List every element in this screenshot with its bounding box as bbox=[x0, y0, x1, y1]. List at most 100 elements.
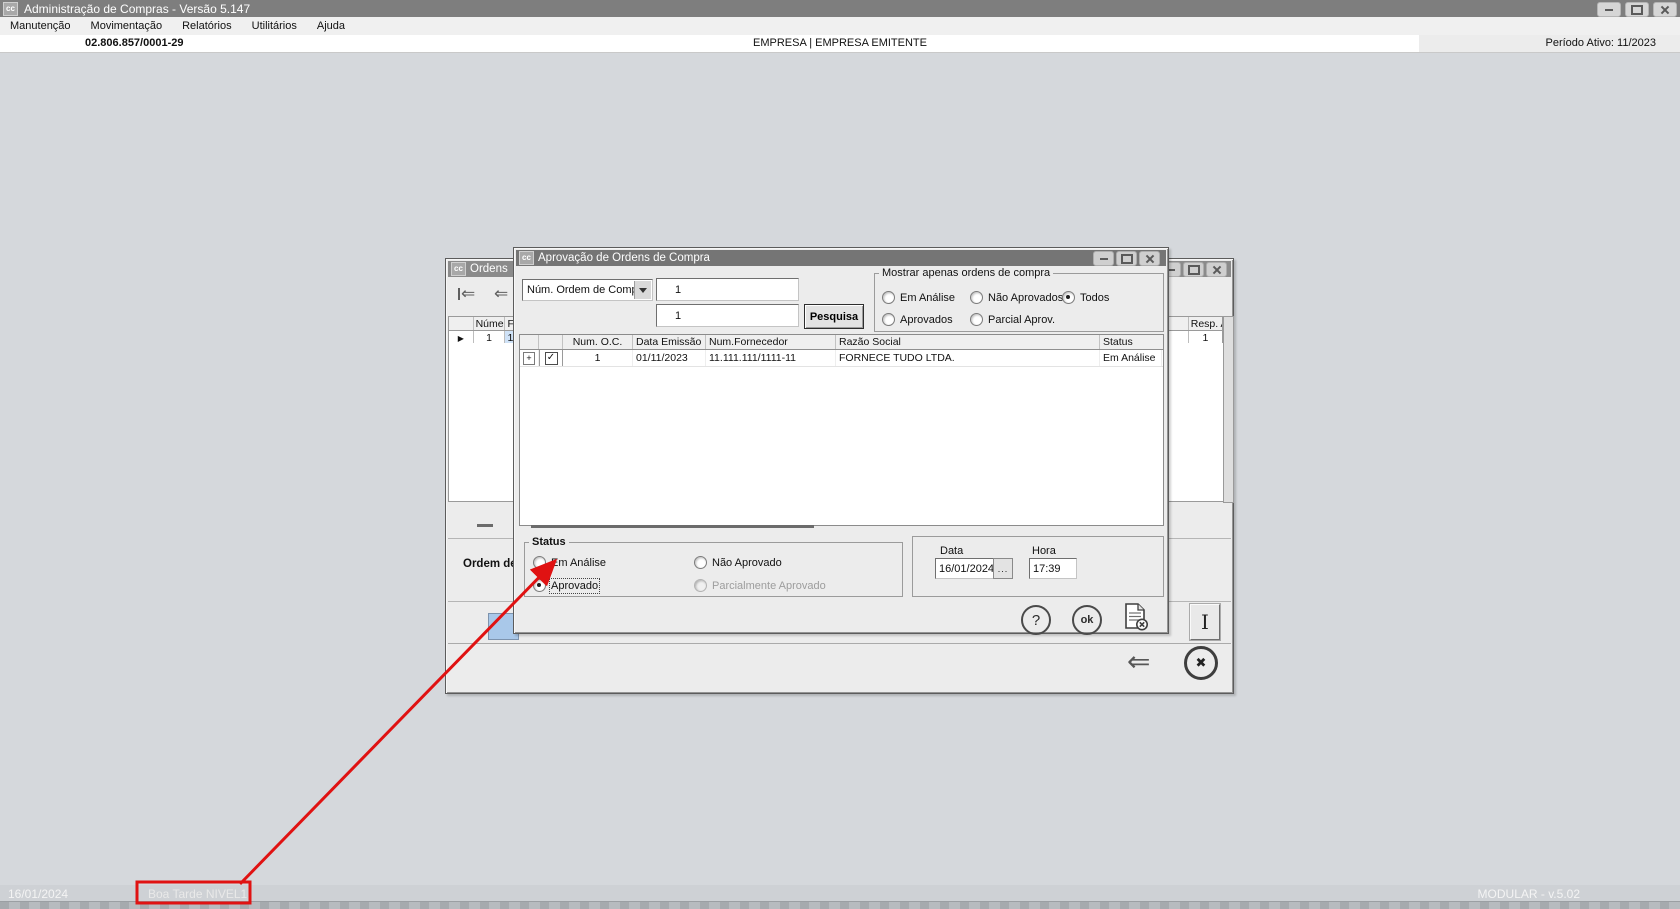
radio-icon bbox=[694, 556, 707, 569]
discard-document-button[interactable] bbox=[1122, 602, 1150, 635]
first-record-icon bbox=[458, 288, 460, 300]
radio-status-nao-aprovado[interactable]: Não Aprovado bbox=[694, 556, 782, 569]
menubar: Manutenção Movimentação Relatórios Utili… bbox=[0, 17, 1680, 36]
col-num-fornecedor: Num.Fornecedor bbox=[706, 335, 836, 349]
close-icon[interactable] bbox=[1653, 2, 1677, 17]
radio-filter-nao-aprovados[interactable]: Não Aprovados bbox=[970, 291, 1063, 304]
minimize-icon[interactable] bbox=[1597, 2, 1621, 17]
radio-filter-em-analise[interactable]: Em Análise bbox=[882, 291, 955, 304]
orders-window-title: Ordens bbox=[470, 263, 508, 275]
grid-horizontal-scrollbar[interactable] bbox=[531, 525, 814, 528]
vertical-scrollbar[interactable] bbox=[1223, 316, 1234, 503]
menu-relatorios[interactable]: Relatórios bbox=[172, 17, 242, 35]
window-icon: cc bbox=[519, 251, 534, 265]
dialog-titlebar[interactable]: cc Aprovação de Ordens de Compra bbox=[516, 250, 1166, 266]
pesquisa-button[interactable]: Pesquisa bbox=[804, 304, 864, 329]
nav-previous-button[interactable]: ⇐ bbox=[494, 285, 508, 302]
horizontal-scrollbar[interactable] bbox=[477, 524, 493, 527]
exit-x-icon: ✖ bbox=[1196, 655, 1207, 671]
restore-icon[interactable] bbox=[1625, 2, 1649, 17]
company-header: EMPRESA | EMPRESA EMITENTE bbox=[0, 37, 1680, 49]
radio-status-aprovado[interactable]: Aprovado bbox=[533, 579, 598, 592]
radio-icon bbox=[882, 291, 895, 304]
discard-document-icon bbox=[1122, 602, 1150, 632]
dialog-title: Aprovação de Ordens de Compra bbox=[538, 252, 710, 264]
radio-icon bbox=[970, 313, 983, 326]
filter-groupbox: Mostrar apenas ordens de compra Em Análi… bbox=[874, 267, 1164, 332]
radio-selected-icon bbox=[1062, 291, 1075, 304]
orders-grid-header: Número F bbox=[448, 316, 517, 331]
check-icon: ✓ bbox=[547, 353, 555, 363]
exit-button[interactable]: ✖ bbox=[1184, 646, 1218, 680]
search-value-top: 1 bbox=[657, 284, 681, 296]
help-button[interactable]: ? bbox=[1021, 605, 1051, 635]
col-data-emissao: Data Emissão bbox=[633, 335, 706, 349]
search-field-select[interactable]: Núm. Ordem de Compra bbox=[522, 279, 653, 301]
radio-status-parcialmente-aprovado: Parcialmente Aprovado bbox=[694, 579, 826, 592]
search-field-select-value: Núm. Ordem de Compra bbox=[523, 284, 647, 296]
table-row[interactable]: + ✓ 1 01/11/2023 11.111.111/1111-11 FORN… bbox=[520, 350, 1163, 367]
data-input[interactable]: 16/01/2024 bbox=[935, 558, 995, 579]
orders-col-numero: Número bbox=[474, 317, 506, 330]
search-value-input-bottom[interactable]: 1 bbox=[656, 304, 799, 327]
first-record-arrow-icon: ⇐ bbox=[461, 285, 475, 302]
approval-grid-header: Num. O.C. Data Emissão Num.Fornecedor Ra… bbox=[520, 335, 1163, 350]
statusbar-greeting: Boa Tarde NIVEL1 bbox=[148, 887, 247, 901]
radio-icon bbox=[533, 556, 546, 569]
row-checkbox[interactable]: ✓ bbox=[545, 352, 558, 365]
ok-button[interactable]: ok bbox=[1072, 605, 1102, 635]
maximize-icon[interactable] bbox=[1116, 251, 1137, 266]
search-value-bottom: 1 bbox=[657, 310, 681, 322]
radio-filter-parcial-aprov[interactable]: Parcial Aprov. bbox=[970, 313, 1055, 326]
col-num-oc: Num. O.C. bbox=[563, 335, 633, 349]
col-razao-social: Razão Social bbox=[836, 335, 1100, 349]
nav-first-button[interactable]: ⇐ bbox=[458, 285, 475, 302]
orders-grid-body-right bbox=[1166, 343, 1225, 502]
cell-status: Em Análise bbox=[1100, 350, 1162, 366]
status-group-title: Status bbox=[529, 536, 569, 548]
statusbar: 16/01/2024 Boa Tarde NIVEL1 MODULAR - v.… bbox=[0, 885, 1680, 901]
orders-col-resp: Resp. A bbox=[1189, 317, 1222, 330]
active-period: Período Ativo: 11/2023 bbox=[1546, 37, 1657, 49]
radio-status-em-analise[interactable]: Em Análise bbox=[533, 556, 606, 569]
datetime-groupbox: Data 16/01/2024 ... Hora 17:39 bbox=[912, 536, 1164, 597]
app-icon: cc bbox=[3, 2, 18, 16]
status-groupbox: Status Em Análise Não Aprovado Aprovado … bbox=[524, 536, 903, 597]
radio-icon bbox=[970, 291, 983, 304]
menu-manutencao[interactable]: Manutenção bbox=[0, 17, 81, 35]
statusbar-version: MODULAR - v.5.02 bbox=[1478, 887, 1580, 901]
approval-grid: Num. O.C. Data Emissão Num.Fornecedor Ra… bbox=[519, 334, 1164, 526]
menu-movimentacao[interactable]: Movimentação bbox=[81, 17, 173, 35]
approval-dialog: cc Aprovação de Ordens de Compra Núm. Or… bbox=[513, 247, 1169, 634]
radio-selected-icon bbox=[533, 579, 546, 592]
radio-filter-todos[interactable]: Todos bbox=[1062, 291, 1109, 304]
radio-filter-aprovados[interactable]: Aprovados bbox=[882, 313, 953, 326]
ordem-de-label: Ordem de bbox=[463, 558, 517, 570]
menu-utilitarios[interactable]: Utilitários bbox=[242, 17, 307, 35]
date-picker-button[interactable]: ... bbox=[993, 558, 1013, 579]
app-titlebar: cc Administração de Compras - Versão 5.1… bbox=[0, 0, 1680, 17]
back-arrow-icon[interactable]: ⇐ bbox=[1127, 645, 1150, 678]
restore-icon[interactable] bbox=[1183, 262, 1204, 277]
radio-disabled-icon bbox=[694, 579, 707, 592]
radio-icon bbox=[882, 313, 895, 326]
cell-num-fornecedor: 11.111.111/1111-11 bbox=[706, 350, 836, 366]
cell-razao-social: FORNECE TUDO LTDA. bbox=[836, 350, 1100, 366]
search-value-input-top[interactable]: 1 bbox=[656, 278, 799, 301]
data-label: Data bbox=[940, 545, 963, 557]
italic-info-button[interactable]: I bbox=[1190, 604, 1220, 640]
close-icon[interactable] bbox=[1139, 251, 1160, 266]
chevron-down-icon[interactable] bbox=[634, 281, 651, 299]
hora-input[interactable]: 17:39 bbox=[1029, 558, 1077, 579]
app-title: Administração de Compras - Versão 5.147 bbox=[24, 2, 250, 16]
close-icon[interactable] bbox=[1206, 262, 1227, 277]
statusbar-date: 16/01/2024 bbox=[8, 887, 68, 901]
orders-grid-body-left bbox=[448, 343, 519, 502]
col-status: Status bbox=[1100, 335, 1162, 349]
hora-label: Hora bbox=[1032, 545, 1056, 557]
cell-data-emissao: 01/11/2023 bbox=[633, 350, 706, 366]
filter-group-title: Mostrar apenas ordens de compra bbox=[879, 267, 1053, 279]
minimize-icon[interactable] bbox=[1093, 251, 1114, 266]
expand-row-icon[interactable]: + bbox=[523, 352, 535, 365]
menu-ajuda[interactable]: Ajuda bbox=[307, 17, 355, 35]
